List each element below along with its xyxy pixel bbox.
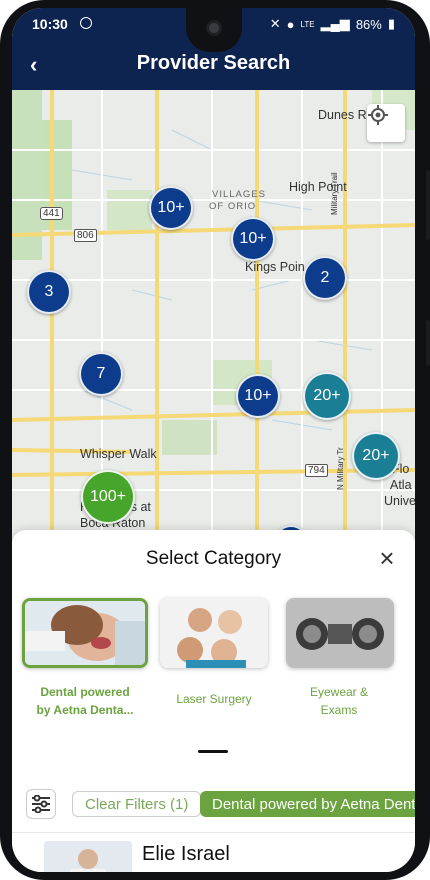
map-cluster[interactable]: 20+ xyxy=(303,372,351,420)
map-cluster[interactable]: 20+ xyxy=(352,432,400,480)
map-roads xyxy=(12,90,415,540)
map-label: Kings Poin xyxy=(245,260,305,274)
crosshair-icon xyxy=(368,105,388,125)
map-label: Unive xyxy=(384,494,415,508)
filter-sliders-icon[interactable] xyxy=(26,789,56,819)
category-sheet: Select Category × Dental powered by Aetn… xyxy=(12,530,415,872)
map-label: VILLAGES xyxy=(212,189,266,200)
power-button xyxy=(426,320,430,366)
phone-frame: 10:30 ✕ ● LTE ▂▄▆ 86% ▮ ‹ Provider Searc… xyxy=(0,0,430,880)
battery-icon: ▮ xyxy=(387,16,395,31)
map-label: N Military Tr xyxy=(336,447,345,490)
category-card-dental[interactable] xyxy=(22,598,148,668)
signal-icon: ▂▄▆ xyxy=(320,16,350,31)
camera-icon xyxy=(205,20,222,36)
laser-surgery-image xyxy=(160,598,268,668)
status-right: ✕ ● LTE ▂▄▆ 86% ▮ xyxy=(270,16,395,32)
map-cluster[interactable]: 10+ xyxy=(149,186,193,230)
map-cluster[interactable]: 10+ xyxy=(236,374,280,418)
category-label-dental: Dental powered by Aetna Denta... xyxy=(25,683,145,719)
category-card-eyewear[interactable] xyxy=(286,598,394,668)
active-filter-chip[interactable]: Dental powered by Aetna Dental xyxy=(200,791,415,817)
label-line: Laser Surgery xyxy=(176,692,252,706)
highway-shield: 794 xyxy=(305,464,328,477)
avatar xyxy=(44,841,132,872)
label-line: Eyewear & xyxy=(309,685,369,699)
map-cluster[interactable]: 3 xyxy=(27,270,71,314)
sheet-title: Select Category xyxy=(145,548,282,569)
clear-filters-button[interactable]: Clear Filters (1) xyxy=(72,791,202,817)
status-time: 10:30 xyxy=(32,16,68,32)
label-line: by Aetna Denta... xyxy=(36,703,134,717)
category-card-laser[interactable] xyxy=(160,598,268,668)
category-label-laser: Laser Surgery xyxy=(154,690,274,708)
map-label: OF ORIO xyxy=(209,201,257,212)
filter-bar: Clear Filters (1) Dental powered by Aetn… xyxy=(12,785,415,825)
dental-image xyxy=(25,601,145,665)
page-title: Provider Search xyxy=(136,52,291,74)
map-cluster[interactable]: 2 xyxy=(303,256,347,300)
highway-shield: 806 xyxy=(74,229,97,242)
map-label: Military Trail xyxy=(330,172,339,215)
label-line: Exams xyxy=(320,703,358,717)
battery-text: 86% xyxy=(355,16,382,32)
category-label-eyewear: Eyewear & Exams xyxy=(279,683,399,719)
sliders-icon xyxy=(32,795,50,813)
mute-icon: ✕ xyxy=(269,16,281,31)
map-label: Atla xyxy=(390,478,412,492)
close-icon[interactable]: × xyxy=(373,543,401,573)
label-line: Dental powered xyxy=(40,685,130,699)
result-row[interactable]: Elie Israel xyxy=(12,832,415,872)
network-label: LTE xyxy=(300,19,315,29)
provider-photo xyxy=(44,841,132,872)
my-location-button[interactable] xyxy=(367,104,405,142)
drag-handle[interactable] xyxy=(198,750,228,753)
map-cluster[interactable]: 100+ xyxy=(81,470,135,524)
screen: 10:30 ✕ ● LTE ▂▄▆ 86% ▮ ‹ Provider Searc… xyxy=(12,8,415,872)
map-label: Whisper Walk xyxy=(80,447,157,461)
volume-button xyxy=(426,170,430,240)
map-cluster[interactable]: 7 xyxy=(79,352,123,396)
map-view[interactable]: Dunes Ro VILLAGES OF ORIO High Point Kin… xyxy=(12,90,415,540)
notification-icon xyxy=(80,17,92,29)
map-cluster[interactable]: 10+ xyxy=(231,217,275,261)
location-icon: ● xyxy=(286,16,295,32)
eyewear-image xyxy=(286,598,394,668)
provider-name: Elie Israel xyxy=(142,843,230,865)
highway-shield: 441 xyxy=(40,207,63,220)
map-label: Dunes Ro xyxy=(318,108,374,122)
